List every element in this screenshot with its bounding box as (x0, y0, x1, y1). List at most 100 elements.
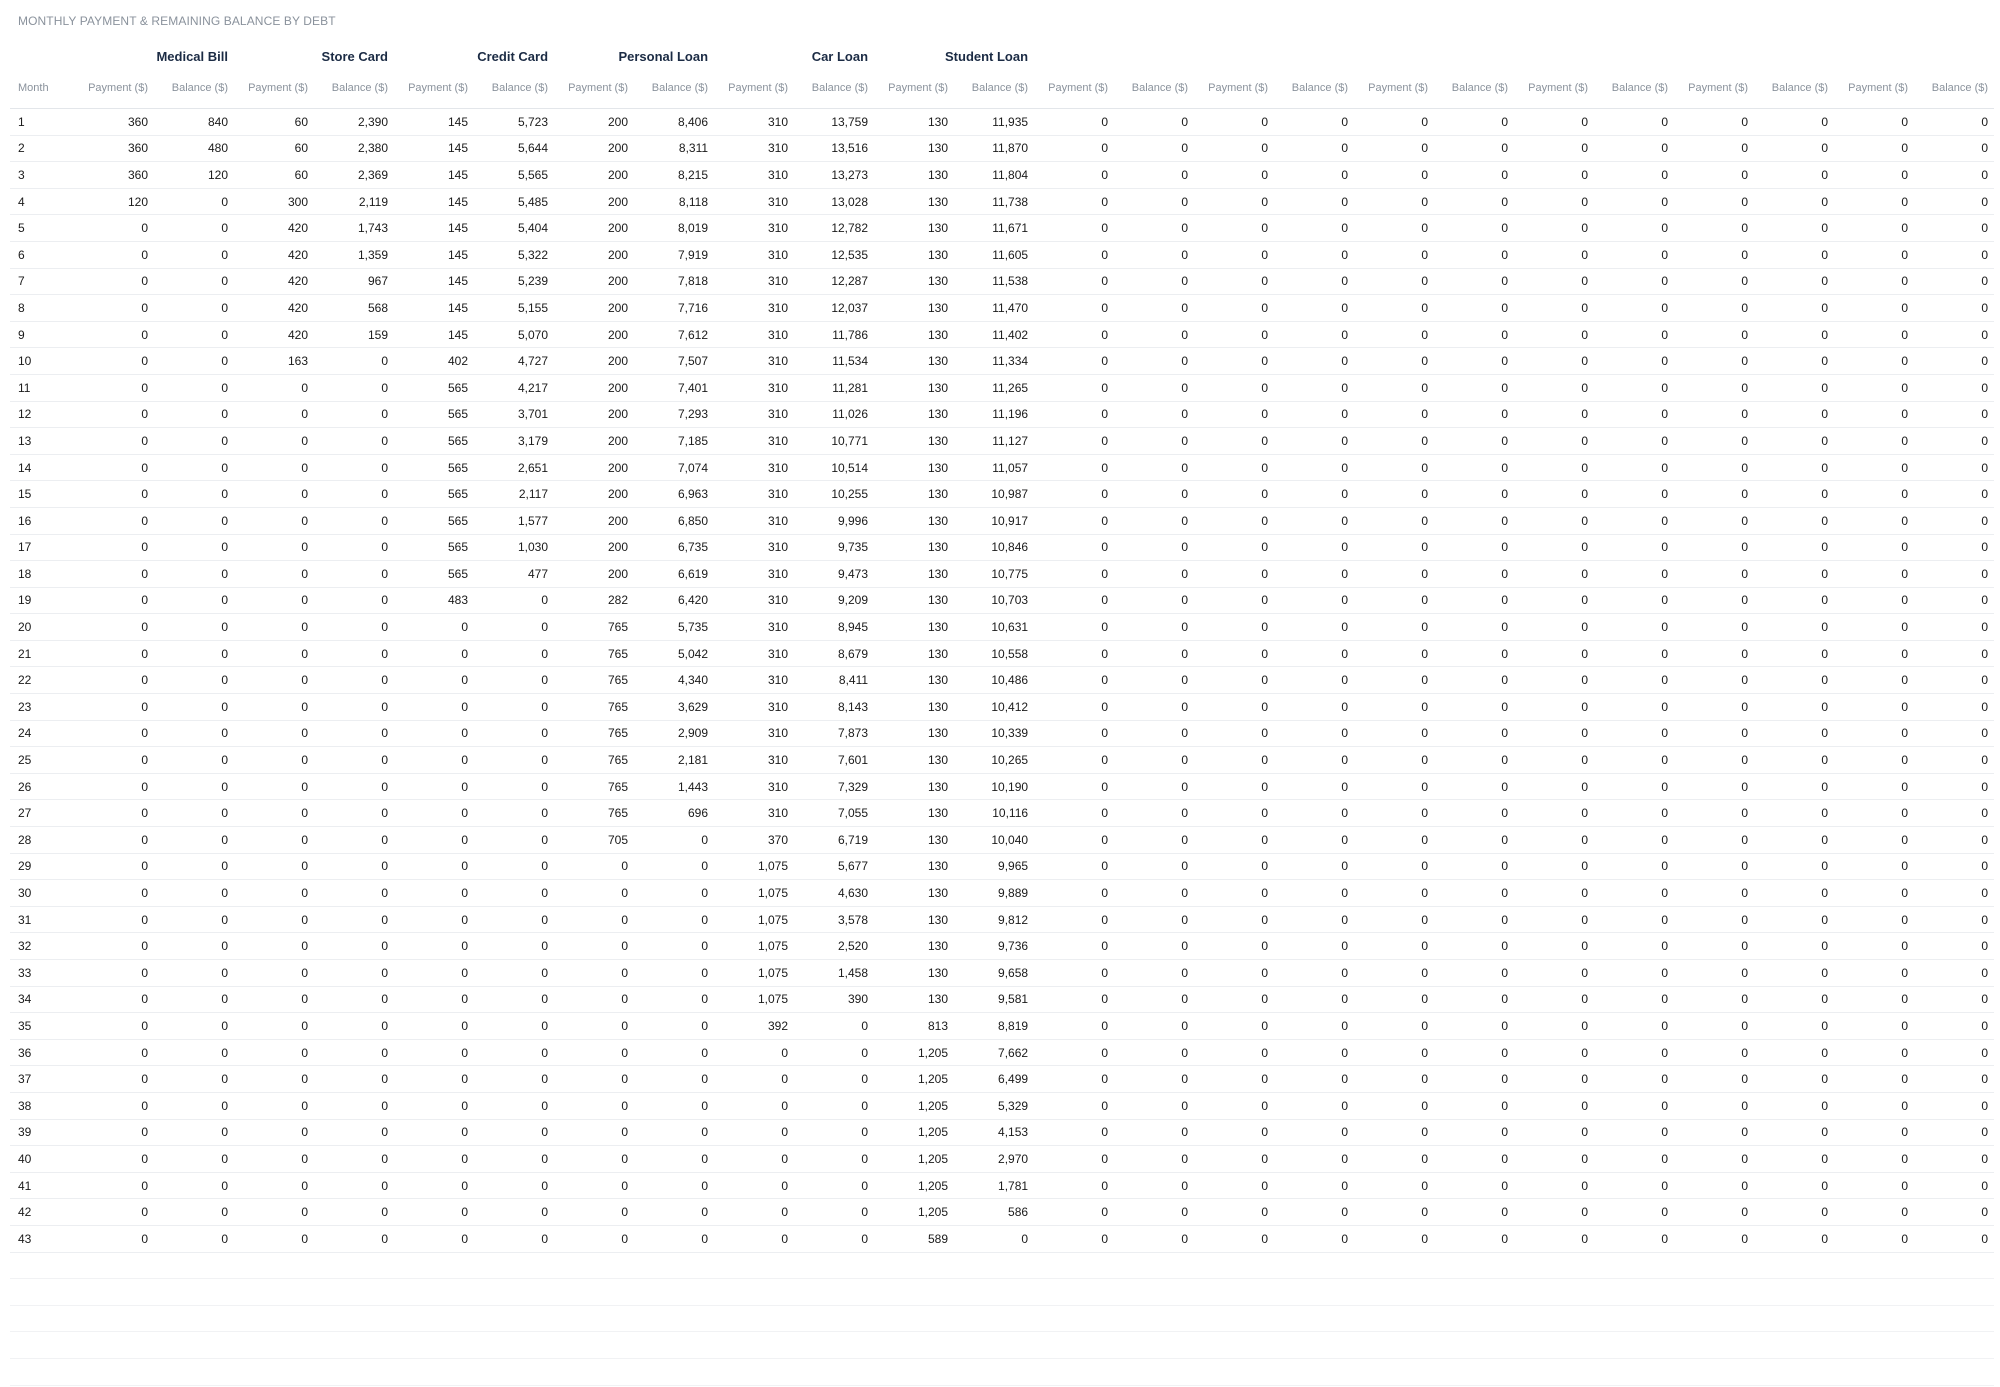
balance-cell: 159 (314, 321, 394, 349)
balance-column-header: Balance ($) (634, 68, 715, 109)
column-header-row: Month Payment ($) Balance ($) Payment ($) Ba… (10, 68, 1995, 109)
balance-cell: 13,273 (794, 161, 875, 189)
balance-cell: 9,581 (954, 986, 1035, 1014)
payment-cell: 0 (1034, 666, 1115, 695)
balance-cell: 0 (1114, 959, 1195, 987)
payment-cell: 130 (874, 294, 955, 322)
balance-cell: 0 (1114, 986, 1195, 1014)
balance-cell: 0 (1914, 613, 1995, 641)
balance-cell: 0 (154, 932, 234, 960)
balance-cell: 5,404 (474, 214, 555, 242)
payment-cell: 0 (234, 1198, 314, 1226)
payment-cell: 145 (394, 135, 474, 163)
balance-cell: 7,612 (634, 321, 715, 349)
payment-cell: 0 (1674, 879, 1755, 907)
payment-cell: 0 (1194, 853, 1275, 881)
month-cell: 15 (10, 480, 74, 508)
balance-cell: 0 (314, 1065, 394, 1093)
balance-cell: 0 (154, 1065, 234, 1093)
balance-cell: 0 (1434, 720, 1515, 748)
payment-cell: 130 (874, 321, 955, 349)
payment-cell: 0 (1834, 294, 1915, 322)
balance-cell: 4,217 (474, 374, 555, 402)
payment-column-header: Payment ($) (1354, 68, 1435, 109)
payment-cell: 0 (74, 534, 154, 562)
payment-cell: 765 (554, 640, 635, 668)
table-row: 20 0 0 0 0 0 0 765 5,735 310 8,945 130 10,631 0 0 0 0 0 0 0… (10, 613, 1995, 641)
table-row: 3 360 120 60 2,369 145 5,565 200 8,215 310 13,273 1… (10, 161, 1995, 189)
balance-cell: 0 (314, 853, 394, 881)
month-cell: 7 (10, 268, 74, 296)
balance-cell: 10,339 (954, 720, 1035, 748)
payment-cell: 0 (394, 879, 474, 907)
payment-cell: 0 (74, 480, 154, 508)
payment-cell: 0 (1194, 161, 1275, 189)
payment-cell: 0 (74, 1039, 154, 1067)
table-row: 12 0 0 0 0 565 3,701 200 7,293 310 11,026 130 11,196… (10, 401, 1995, 429)
balance-cell: 8,406 (634, 108, 715, 136)
balance-cell: 0 (1274, 1172, 1355, 1200)
balance-cell: 0 (1754, 1012, 1835, 1040)
balance-cell: 2,651 (474, 454, 555, 482)
balance-cell: 8,819 (954, 1012, 1035, 1040)
payment-cell: 0 (1034, 294, 1115, 322)
payment-cell: 0 (1034, 879, 1115, 907)
payment-cell: 0 (74, 746, 154, 774)
balance-cell: 0 (314, 534, 394, 562)
balance-cell: 8,945 (794, 613, 875, 641)
table-row: 25 0 0 0 0 0 0 765 2,181 310 7,601 130 10,265 0 0 0 0 0 0 0… (10, 746, 1995, 774)
balance-cell: 0 (314, 1172, 394, 1200)
balance-cell: 0 (1434, 321, 1515, 349)
balance-cell: 1,743 (314, 214, 394, 242)
payment-cell: 0 (554, 879, 635, 907)
payment-cell: 0 (74, 1119, 154, 1147)
payment-cell: 0 (1514, 560, 1595, 588)
payment-cell: 200 (554, 560, 635, 588)
payment-cell: 0 (1674, 1172, 1755, 1200)
balance-cell: 0 (1434, 534, 1515, 562)
payment-cell: 0 (554, 1119, 635, 1147)
table-row: 34 0 0 0 0 0 0 0 0 1,075 390 130 9,581 0 0 0 0 0 0 0 0 0 0 0 0 (10, 986, 1995, 1014)
balance-cell: 0 (1114, 720, 1195, 748)
balance-cell: 0 (314, 1225, 394, 1253)
payment-cell: 0 (394, 1198, 474, 1226)
month-cell: 32 (10, 932, 74, 960)
payment-cell: 0 (1674, 294, 1755, 322)
balance-cell: 0 (1434, 693, 1515, 721)
payment-cell: 200 (554, 321, 635, 349)
empty-cell (10, 1331, 1995, 1359)
payment-cell: 0 (1034, 214, 1115, 242)
balance-cell: 0 (314, 1012, 394, 1040)
payment-cell: 0 (1514, 214, 1595, 242)
balance-cell: 0 (1274, 640, 1355, 668)
balance-cell: 11,470 (954, 294, 1035, 322)
balance-cell: 9,473 (794, 560, 875, 588)
balance-cell: 11,935 (954, 108, 1035, 136)
payment-cell: 310 (714, 507, 795, 535)
payment-cell: 0 (1034, 108, 1115, 136)
balance-cell: 0 (1434, 454, 1515, 482)
balance-cell: 840 (154, 108, 234, 136)
balance-cell: 0 (1434, 427, 1515, 455)
payment-cell: 0 (234, 640, 314, 668)
payment-cell: 0 (1514, 454, 1595, 482)
balance-column-header: Balance ($) (1914, 68, 1995, 109)
balance-cell: 0 (1594, 135, 1675, 163)
payment-cell: 200 (554, 401, 635, 429)
month-cell: 25 (10, 746, 74, 774)
payment-cell: 200 (554, 480, 635, 508)
payment-cell: 0 (554, 959, 635, 987)
payment-cell: 310 (714, 347, 795, 375)
balance-cell: 2,390 (314, 108, 394, 136)
balance-cell: 0 (1434, 1012, 1515, 1040)
balance-cell: 0 (1434, 135, 1515, 163)
payment-cell: 0 (74, 374, 154, 402)
balance-cell: 10,190 (954, 773, 1035, 801)
balance-cell: 0 (1754, 454, 1835, 482)
payment-cell: 0 (74, 1092, 154, 1120)
balance-cell: 5,644 (474, 135, 555, 163)
payment-cell: 0 (394, 613, 474, 641)
payment-cell: 0 (1514, 1065, 1595, 1093)
payment-cell: 0 (1354, 773, 1435, 801)
payment-cell: 0 (1194, 986, 1275, 1014)
